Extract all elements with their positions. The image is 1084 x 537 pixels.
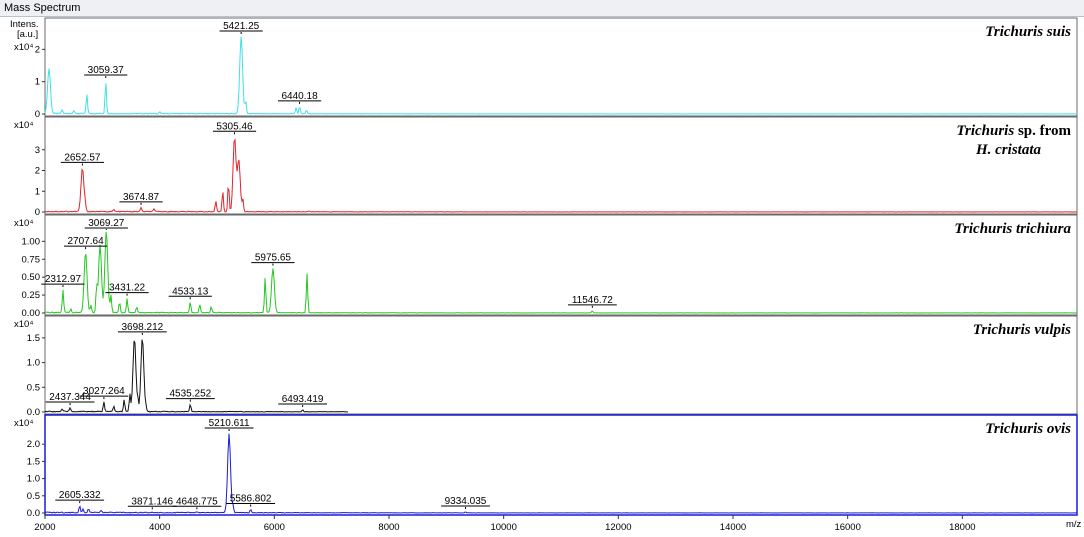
y-axis-unit: [a.u.] — [17, 29, 38, 40]
peak-label: 11546.72 — [572, 295, 613, 306]
y-tick-label: 3 — [35, 145, 40, 156]
x-tick-label: 6000 — [264, 522, 285, 533]
panel-frame — [44, 116, 1078, 215]
spectrum-panel: x10⁴ 0 1 2 3059.37 5421.25 6440.18 Trichuris su… — [14, 17, 1078, 120]
x-tick-label: 2000 — [34, 522, 55, 533]
spectrum-panel: x10⁴ 0 1 2 3 2652.57 3674.87 5305.46 Trichuris s… — [14, 116, 1078, 218]
spectrum-panel: x10⁴ 0.00 0.25 0.50 0.75 1.00 2312.97 2707.64 30… — [14, 214, 1078, 319]
peak-label: 5421.25 — [223, 21, 260, 32]
y-tick-label: 0.0 — [27, 407, 40, 418]
y-tick-label: 0.5 — [27, 382, 40, 393]
x-tick-label: 18000 — [949, 522, 975, 533]
spectrum-panel: x10⁴ 0.0 0.5 1.0 1.5 2.0 2605.332 3871.146 4648.… — [14, 414, 1078, 519]
peak-label: 2605.332 — [59, 490, 101, 501]
species-label: Trichuris suis — [985, 24, 1071, 40]
y-tick-label: 1 — [35, 186, 40, 197]
x-tick-label: 10000 — [490, 522, 516, 533]
peak-label: 5975.65 — [255, 253, 292, 264]
peak-label: 5210.611 — [209, 418, 250, 429]
panel-scale-label: x10⁴ — [14, 120, 33, 131]
peak-label: 6493.419 — [282, 394, 324, 405]
peak-label: 3871.146 — [131, 496, 173, 507]
y-tick-label: 0 — [35, 109, 40, 120]
y-tick-label: 2 — [35, 44, 40, 55]
y-tick-label: 0.00 — [22, 308, 41, 319]
y-tick-label: 1.5 — [27, 333, 40, 344]
panel-scale-label: x10⁴ — [14, 319, 33, 330]
y-tick-label: 1 — [35, 77, 40, 88]
y-tick-label: 1.5 — [27, 456, 40, 467]
x-tick-label: 16000 — [834, 522, 860, 533]
x-tick-label: 4000 — [149, 522, 170, 533]
peak-label: 3027.264 — [83, 386, 125, 397]
panel-scale-label: x10⁴ — [14, 42, 33, 53]
peak-label: 5305.46 — [216, 121, 253, 132]
x-tick-label: 14000 — [720, 522, 746, 533]
y-tick-label: 1.0 — [27, 358, 40, 369]
y-tick-label: 2.0 — [27, 439, 40, 450]
spectrum-panel: x10⁴0.00.51.01.52437.3443027.2643698.212… — [14, 315, 1078, 418]
peak-label: 3674.87 — [123, 192, 160, 203]
panel-scale-label: x10⁴ — [14, 218, 33, 229]
species-label: Trichuris trichiura — [954, 221, 1071, 237]
peak-label: 3059.37 — [88, 65, 125, 76]
y-tick-label: 1.00 — [22, 236, 41, 247]
peak-label: 3698.212 — [122, 322, 164, 333]
peak-label: 2707.64 — [67, 236, 104, 247]
y-tick-label: 0 — [35, 207, 40, 218]
species-label-line2: H. cristata — [975, 142, 1042, 158]
y-tick-label: 1.0 — [27, 474, 40, 485]
peak-label: 4535.252 — [169, 389, 211, 400]
y-tick-label: 0.0 — [27, 508, 40, 519]
x-axis-unit: m/z — [1066, 519, 1082, 530]
species-label: Trichuris sp. from — [956, 123, 1071, 139]
peak-label: 3431.22 — [109, 283, 146, 294]
species-label: Trichuris ovis — [985, 421, 1071, 437]
peak-label: 3069.27 — [88, 218, 125, 229]
peak-label: 4648.775 — [176, 496, 218, 507]
y-tick-label: 0.50 — [22, 272, 41, 283]
y-tick-label: 0.75 — [22, 254, 41, 265]
panel-scale-label: x10⁴ — [14, 418, 33, 429]
y-tick-label: 0.25 — [22, 290, 41, 301]
panel-frame — [44, 17, 1078, 117]
y-tick-label: 0.5 — [27, 491, 40, 502]
peak-label: 4533.13 — [172, 286, 209, 297]
mass-spectrum-chart[interactable]: Intens. [a.u.] m/z x10⁴0123059.375421.25… — [0, 0, 1084, 537]
species-label: Trichuris vulpis — [973, 322, 1071, 338]
y-tick-label: 2 — [35, 166, 40, 177]
peak-label: 2312.97 — [45, 274, 82, 285]
panel-frame — [44, 214, 1078, 316]
peak-label: 2652.57 — [64, 152, 101, 163]
x-tick-label: 8000 — [378, 522, 399, 533]
x-tick-label: 12000 — [605, 522, 631, 533]
peak-label: 5586.802 — [230, 494, 272, 505]
peak-label: 9334.035 — [445, 496, 487, 507]
peak-label: 6440.18 — [281, 91, 318, 102]
